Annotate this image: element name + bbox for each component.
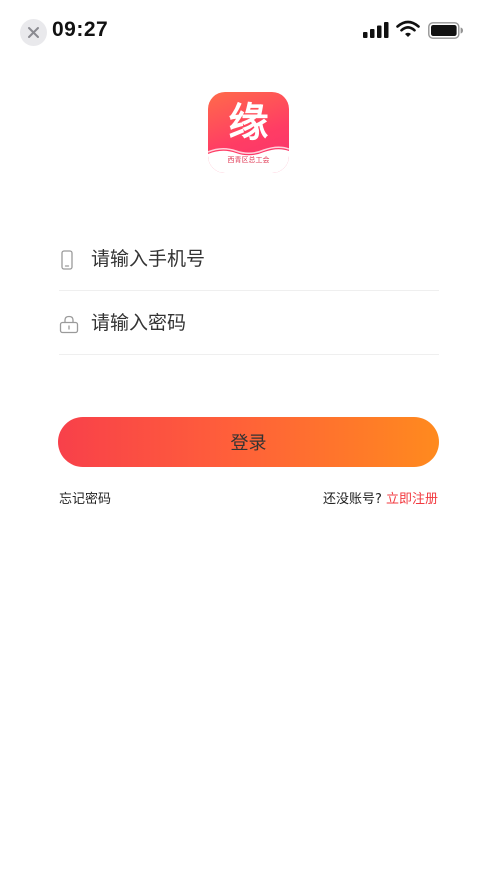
lock-icon (59, 315, 79, 334)
forgot-password-link[interactable]: 忘记密码 (59, 491, 111, 509)
signal-icon (363, 22, 389, 38)
close-icon (28, 27, 39, 38)
logo-char: 缘 (228, 100, 269, 146)
register-link[interactable]: 立即注册 (386, 492, 438, 507)
app-logo: 缘 西青区总工会 (208, 92, 289, 173)
status-time: 09:27 (52, 18, 109, 41)
register-row: 还没账号? 立即注册 (323, 491, 438, 509)
no-account-text: 还没账号? (322, 492, 382, 507)
login-button[interactable]: 登录 (58, 417, 439, 467)
logo-subtitle: 西青区总工会 (227, 156, 270, 164)
status-bar: 09:27 (0, 0, 497, 62)
password-input[interactable] (91, 306, 431, 340)
close-button[interactable] (20, 19, 47, 46)
phone-input[interactable] (91, 242, 431, 276)
battery-icon (428, 22, 463, 39)
phone-field (59, 228, 439, 291)
phone-icon (61, 250, 73, 270)
password-field (59, 292, 439, 355)
wifi-icon (396, 20, 420, 37)
